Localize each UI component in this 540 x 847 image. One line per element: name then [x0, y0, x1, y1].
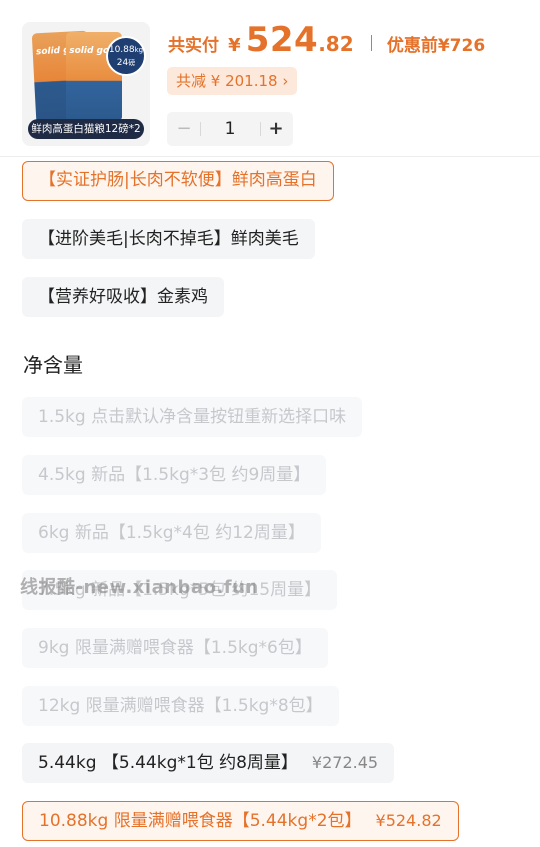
price-decimal: .82 — [318, 32, 354, 56]
weight-option[interactable]: 5.44kg 【5.44kg*1包 约8周量】 ¥272.45 — [22, 743, 395, 783]
weight-option[interactable]: 9kg 限量满赠喂食器【1.5kg*6包】 — [22, 628, 328, 668]
net-weight-title: 净含量 — [23, 353, 83, 377]
weight-option[interactable]: 6kg 新品【1.5kg*4包 约12周量】 — [22, 513, 321, 553]
price-integer: 524 — [245, 20, 319, 60]
quantity-stepper[interactable]: − 1 + — [167, 112, 293, 146]
weight-option[interactable]: 10.88kg 限量满赠喂食器【5.44kg*2包】 ¥524.82 — [22, 801, 459, 841]
increase-quantity-button[interactable]: + — [261, 112, 291, 146]
pre-discount-label: 优惠前 — [386, 36, 438, 56]
sku-header: solid gold solid gold 10.88kg 24磅 鲜肉高蛋白猫… — [0, 0, 540, 157]
chevron-right-icon: › — [282, 72, 289, 90]
watermark-text: 线报酷-new.xianbao.fun — [20, 577, 259, 598]
total-pay-label: 共实付 — [168, 36, 219, 56]
thumbnail-caption: 鲜肉高蛋白猫粮12磅*2 — [28, 119, 144, 139]
decrease-quantity-button[interactable]: − — [169, 112, 199, 146]
price-divider — [370, 35, 372, 51]
weight-badge: 10.88kg 24磅 — [106, 36, 146, 76]
flavor-option[interactable]: 【进阶美毛|长肉不掉毛】鲜肉美毛 — [22, 219, 315, 259]
option-price: ¥524.82 — [375, 811, 442, 830]
quantity-value[interactable]: 1 — [201, 112, 259, 146]
option-price: ¥272.45 — [311, 753, 379, 772]
currency-symbol: ¥ — [228, 35, 241, 56]
weight-option[interactable]: 4.5kg 新品【1.5kg*3包 约9周量】 — [22, 455, 327, 495]
weight-option[interactable]: 12kg 限量满赠喂食器【1.5kg*8包】 — [22, 686, 339, 726]
pre-discount-price: ¥726 — [437, 36, 486, 56]
discount-label: 共减 ¥ 201.18 — [176, 72, 278, 90]
weight-option[interactable]: 1.5kg 点击默认净含量按钮重新选择口味 — [22, 397, 363, 437]
flavor-option[interactable]: 【实证护肠|长肉不软便】鲜肉高蛋白 — [22, 161, 334, 201]
price-summary: 共实付 ¥ 524.82 优惠前¥726 — [168, 20, 485, 62]
product-thumbnail[interactable]: solid gold solid gold 10.88kg 24磅 鲜肉高蛋白猫… — [22, 22, 150, 146]
discount-detail-button[interactable]: 共减 ¥ 201.18 › — [167, 67, 298, 95]
flavor-option[interactable]: 【营养好吸收】金素鸡 — [22, 277, 224, 317]
